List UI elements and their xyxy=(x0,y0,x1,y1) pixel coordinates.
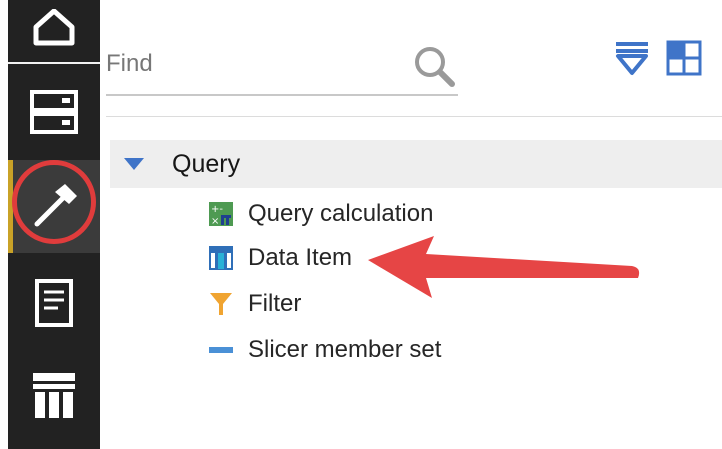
annotation-arrow xyxy=(368,236,640,298)
search-box xyxy=(106,34,458,96)
rail-table-button[interactable] xyxy=(8,362,100,428)
data-item-icon xyxy=(208,245,234,271)
rail-separator xyxy=(8,62,100,64)
rail-pages-button[interactable] xyxy=(8,268,100,338)
svg-text:×: × xyxy=(211,216,219,227)
tree-item-data-item[interactable]: Data Item xyxy=(208,241,352,275)
search-icon[interactable] xyxy=(412,44,458,90)
tree-item-filter[interactable]: Filter xyxy=(208,287,301,321)
tree-item-query-calculation[interactable]: +- × Query calculation xyxy=(208,197,433,231)
tree-item-label: Slicer member set xyxy=(248,336,442,363)
table-columns-icon xyxy=(33,373,75,418)
home-icon xyxy=(33,9,75,46)
caret-down-icon xyxy=(124,158,144,170)
query-calculation-icon: +- × xyxy=(208,201,234,227)
tree-group-query[interactable]: Query xyxy=(110,140,722,188)
tree-item-label: Filter xyxy=(248,290,302,317)
tree-group-label: Query xyxy=(172,149,241,178)
collapse-all-icon[interactable] xyxy=(614,40,650,76)
view-grid-icon[interactable] xyxy=(666,40,702,76)
annotation-circle xyxy=(12,160,96,244)
left-gutter xyxy=(0,0,8,449)
panel-divider xyxy=(106,116,722,117)
tree-item-slicer-member-set[interactable]: Slicer member set xyxy=(208,333,441,367)
page-icon xyxy=(35,279,73,327)
rail-data-button[interactable] xyxy=(8,72,100,152)
search-input[interactable] xyxy=(106,48,396,80)
tree-item-label: Query calculation xyxy=(248,200,434,227)
slicer-member-set-icon xyxy=(208,337,234,363)
filter-icon xyxy=(208,291,234,317)
server-icon xyxy=(30,90,78,134)
tree-item-label: Data Item xyxy=(248,244,353,271)
rail-home-button[interactable] xyxy=(8,0,100,58)
svg-text:+-: +- xyxy=(211,204,223,215)
